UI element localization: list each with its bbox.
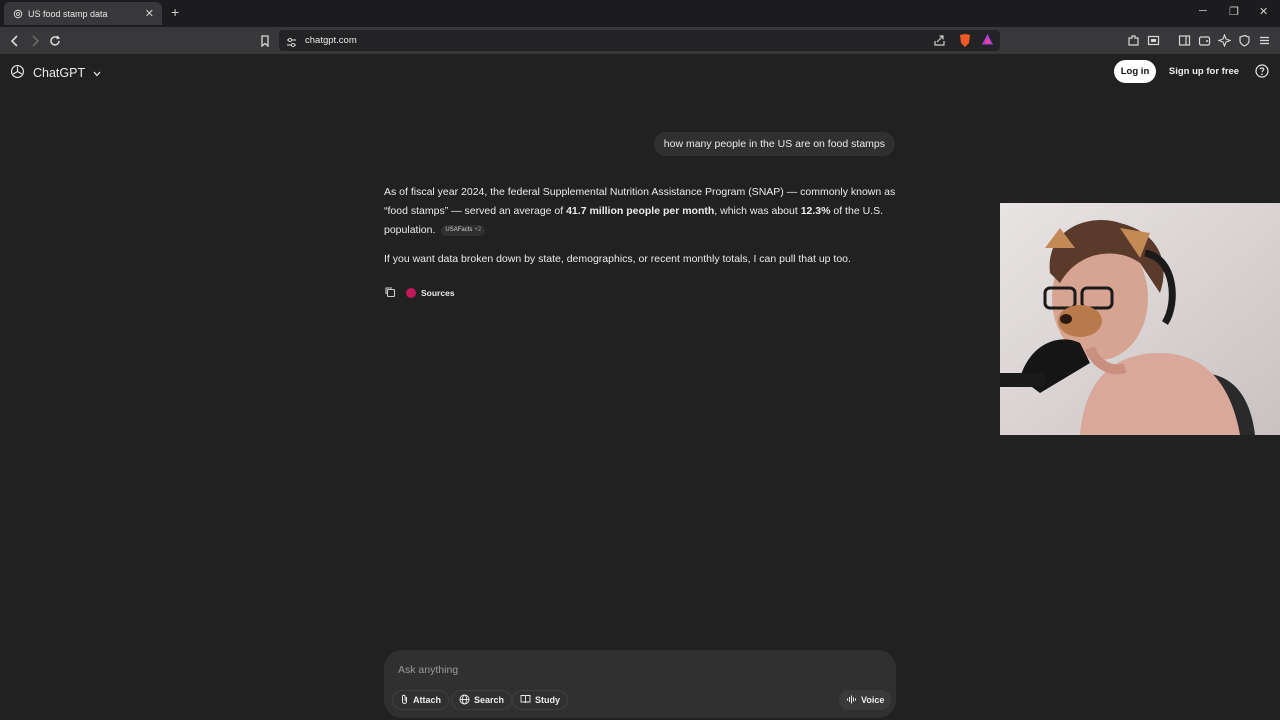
menu-icon[interactable] bbox=[1257, 33, 1272, 48]
attach-button[interactable]: Attach bbox=[392, 690, 450, 710]
wallet-icon[interactable] bbox=[1197, 33, 1212, 48]
answer-paragraph-2: If you want data broken down by state, d… bbox=[384, 253, 851, 265]
brave-shields-icon[interactable] bbox=[958, 33, 972, 53]
url-text: chatgpt.com bbox=[305, 35, 357, 46]
attach-label: Attach bbox=[413, 695, 442, 705]
login-button[interactable]: Log in bbox=[1114, 60, 1156, 83]
source-favicon-icon bbox=[406, 288, 416, 298]
citation-chip[interactable]: USAFacts +2 bbox=[441, 224, 486, 236]
restore-icon[interactable]: ❐ bbox=[1229, 5, 1239, 18]
book-icon bbox=[520, 694, 531, 706]
browser-tab-bar: US food stamp data ✕ + ─ ❐ ✕ bbox=[0, 0, 1280, 27]
user-message-text: how many people in the US are on food st… bbox=[663, 138, 885, 150]
answer-highlight: 41.7 million people per month bbox=[566, 205, 715, 217]
answer-paragraph-1: As of fiscal year 2024, the federal Supp… bbox=[384, 183, 900, 240]
user-message: how many people in the US are on food st… bbox=[653, 132, 895, 156]
tab-close-icon[interactable]: ✕ bbox=[145, 7, 154, 20]
search-label: Search bbox=[474, 695, 505, 705]
webcam-image bbox=[1000, 203, 1280, 435]
assistant-message: As of fiscal year 2024, the federal Supp… bbox=[384, 183, 900, 279]
extensions-icon[interactable] bbox=[1126, 33, 1141, 48]
browser-toolbar: chatgpt.com bbox=[0, 27, 1280, 54]
vpn-shield-icon[interactable] bbox=[1237, 33, 1252, 48]
back-icon[interactable] bbox=[7, 33, 22, 48]
app-name: ChatGPT bbox=[33, 66, 86, 80]
voice-button[interactable]: Voice bbox=[839, 690, 892, 710]
minimize-icon[interactable]: ─ bbox=[1199, 5, 1207, 17]
answer-highlight: 12.3% bbox=[800, 205, 831, 217]
brave-rewards-icon[interactable] bbox=[981, 33, 994, 51]
study-label: Study bbox=[535, 695, 561, 705]
sources-button[interactable]: Sources bbox=[406, 288, 455, 298]
message-actions: Sources bbox=[384, 286, 455, 300]
paperclip-icon bbox=[400, 694, 409, 707]
chevron-down-icon bbox=[93, 66, 101, 80]
site-settings-icon[interactable] bbox=[286, 35, 297, 53]
screenshot-icon[interactable] bbox=[1146, 33, 1161, 48]
new-tab-icon[interactable]: + bbox=[171, 4, 179, 20]
search-button[interactable]: Search bbox=[451, 690, 513, 710]
sidebar-icon[interactable] bbox=[1177, 33, 1192, 48]
chatgpt-favicon-icon bbox=[12, 8, 23, 19]
openai-logo-icon bbox=[10, 64, 25, 82]
sources-label: Sources bbox=[421, 288, 455, 298]
bookmark-icon[interactable] bbox=[257, 33, 272, 48]
composer: Ask anything Attach Search Study Voice bbox=[384, 650, 896, 718]
window-close-icon[interactable]: ✕ bbox=[1259, 5, 1268, 18]
address-bar[interactable]: chatgpt.com bbox=[279, 30, 1000, 51]
tab-title: US food stamp data bbox=[28, 8, 108, 19]
model-selector[interactable]: ChatGPT bbox=[10, 64, 101, 82]
voice-wave-icon bbox=[846, 695, 857, 706]
share-icon[interactable] bbox=[933, 34, 946, 52]
leo-ai-icon[interactable] bbox=[1217, 33, 1232, 48]
prompt-input[interactable]: Ask anything bbox=[398, 664, 458, 676]
citation-label: USAFacts bbox=[445, 226, 473, 233]
app-header: ChatGPT bbox=[0, 54, 1280, 90]
forward-icon[interactable] bbox=[27, 33, 42, 48]
help-icon[interactable] bbox=[1255, 64, 1269, 78]
reload-icon[interactable] bbox=[47, 33, 62, 48]
signup-button[interactable]: Sign up for free bbox=[1162, 60, 1246, 83]
webcam-overlay bbox=[1000, 203, 1280, 435]
browser-tab[interactable]: US food stamp data ✕ bbox=[4, 2, 162, 25]
study-button[interactable]: Study bbox=[512, 690, 569, 710]
copy-icon[interactable] bbox=[384, 286, 396, 300]
answer-text: , which was about bbox=[714, 205, 801, 217]
citation-count: +2 bbox=[474, 226, 482, 233]
voice-label: Voice bbox=[861, 695, 885, 705]
globe-icon bbox=[459, 694, 470, 707]
